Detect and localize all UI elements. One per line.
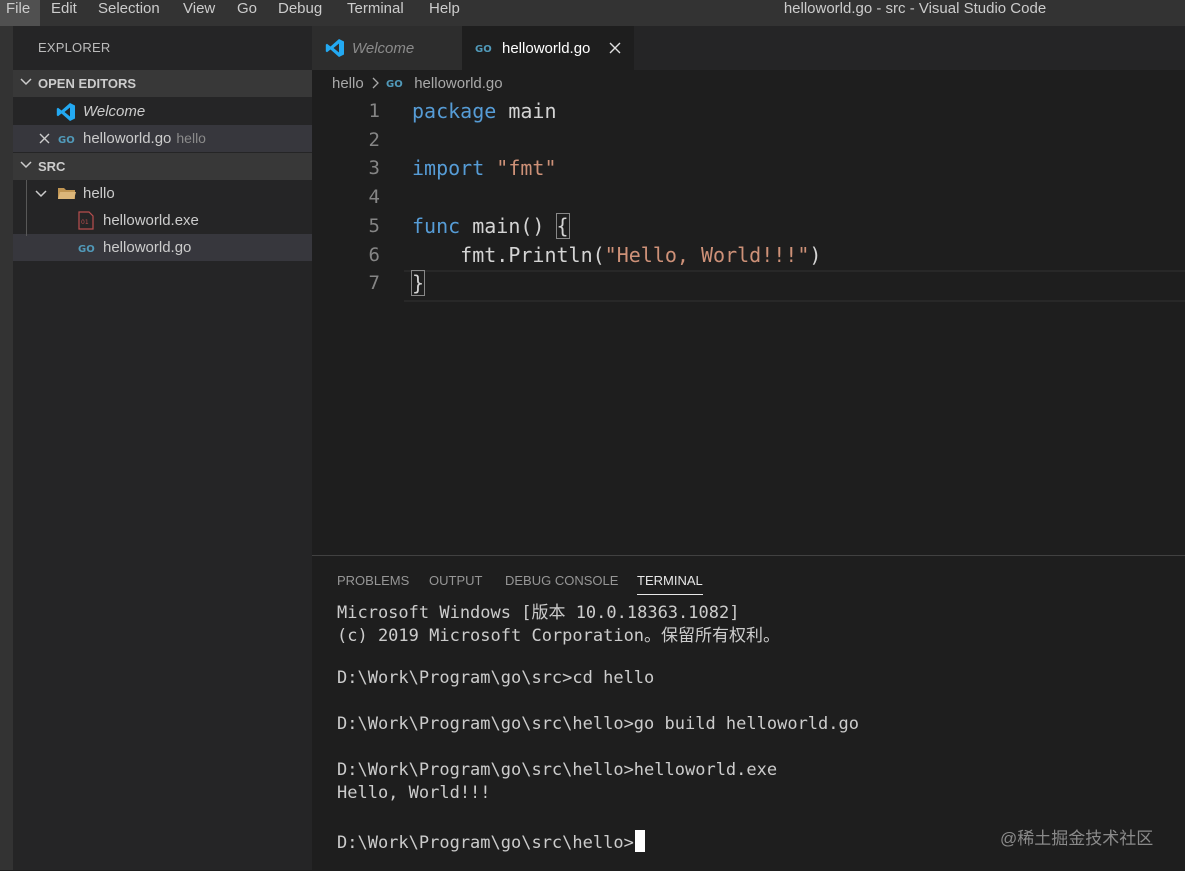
menu-view[interactable]: View — [183, 0, 215, 26]
svg-text:GO: GO — [78, 244, 95, 253]
keyword-token: import — [412, 156, 485, 180]
identifier-token: fmt. — [412, 243, 509, 267]
terminal-cursor — [634, 830, 645, 852]
svg-text:01: 01 — [81, 219, 89, 226]
code-line[interactable]: package main — [412, 99, 557, 123]
keyword-token: func — [412, 214, 461, 238]
menu-file[interactable]: File — [0, 0, 40, 26]
file-helloworld-go[interactable]: GO helloworld.go — [13, 234, 312, 261]
src-header[interactable]: SRC — [13, 153, 312, 180]
function-name-token: main — [472, 214, 521, 238]
close-icon[interactable] — [609, 42, 621, 54]
line-number: 5 — [368, 215, 380, 237]
panel-tab-debug-console[interactable]: DEBUG CONSOLE — [505, 573, 618, 588]
file-label: helloworld.exe — [103, 212, 199, 229]
menu-debug[interactable]: Debug — [278, 0, 322, 26]
panel-tab-problems[interactable]: PROBLEMS — [337, 573, 409, 588]
window-title: helloworld.go - src - Visual Studio Code — [783, 0, 1047, 17]
menu-help[interactable]: Help — [429, 0, 460, 26]
open-editor-desc: hello — [176, 130, 206, 146]
matching-bracket: { — [555, 213, 570, 239]
panel-tab-terminal[interactable]: TERMINAL — [637, 573, 703, 595]
svg-text:GO: GO — [386, 79, 403, 88]
open-editors-label: OPEN EDITORS — [38, 76, 137, 91]
chevron-down-icon — [20, 161, 32, 169]
function-call-token: Println — [508, 243, 593, 267]
identifier-token: main — [496, 99, 557, 123]
svg-text:GO: GO — [58, 135, 75, 144]
folder-open-icon — [58, 188, 76, 199]
vscode-icon — [325, 39, 344, 57]
breadcrumb-folder[interactable]: hello — [332, 75, 364, 92]
line-number: 6 — [368, 244, 380, 266]
line-number: 1 — [368, 100, 380, 122]
tab-label: helloworld.go — [502, 40, 591, 57]
panel-tab-output[interactable]: OUTPUT — [429, 573, 482, 588]
breadcrumb: hello GO helloworld.go — [332, 75, 503, 92]
punctuation-token: ( — [592, 243, 605, 267]
exe-file-icon: 01 — [78, 211, 94, 230]
explorer-title: EXPLORER — [38, 40, 111, 55]
folder-label: hello — [83, 185, 115, 202]
terminal-prompt: D:\Work\Program\go\src\hello> — [337, 833, 634, 853]
open-editor-welcome[interactable]: Welcome — [13, 98, 312, 125]
file-helloworld-exe[interactable]: 01 helloworld.exe — [13, 207, 312, 234]
file-label: helloworld.go — [103, 239, 192, 256]
terminal-line: D:\Work\Program\go\src\hello>helloworld.… — [337, 760, 778, 780]
chevron-down-icon — [20, 78, 32, 86]
close-icon[interactable] — [39, 133, 50, 144]
menu-selection[interactable]: Selection — [98, 0, 160, 26]
go-file-icon: GO — [78, 244, 95, 253]
editor-tabs: Welcome GO helloworld.go — [312, 26, 1185, 70]
watermark: @稀土掘金技术社区 — [1000, 829, 1154, 848]
line-number: 2 — [368, 129, 380, 151]
open-editor-helloworld-go[interactable]: GO helloworld.go hello — [13, 125, 312, 152]
terminal-line: D:\Work\Program\go\src\hello>go build he… — [337, 714, 859, 734]
tab-welcome[interactable]: Welcome — [312, 26, 462, 70]
menu-terminal[interactable]: Terminal — [347, 0, 404, 26]
open-editor-label: helloworld.go hello — [83, 130, 206, 147]
menu-go[interactable]: Go — [237, 0, 257, 26]
line-number: 3 — [368, 157, 380, 179]
code-line[interactable]: } — [410, 270, 426, 296]
open-editor-label: Welcome — [83, 103, 146, 120]
line-number: 7 — [368, 272, 380, 294]
punctuation-token: () — [520, 214, 557, 238]
terminal-line: D:\Work\Program\go\src>cd hello — [337, 668, 655, 688]
activity-bar — [0, 26, 13, 870]
line-number: 4 — [368, 186, 380, 208]
menu-edit[interactable]: Edit — [51, 0, 77, 26]
open-editor-name: helloworld.go — [83, 130, 172, 147]
chevron-down-icon — [35, 190, 47, 198]
keyword-token: package — [412, 99, 497, 123]
tab-helloworld-go[interactable]: GO helloworld.go — [462, 26, 634, 70]
svg-text:GO: GO — [475, 44, 492, 53]
src-label: SRC — [38, 159, 66, 174]
string-token: "fmt" — [496, 156, 557, 180]
string-token: "Hello, World!!!" — [604, 243, 810, 267]
terminal-line: Microsoft Windows [版本 10.0.18363.1082] — [337, 603, 740, 623]
current-line-highlight — [404, 270, 1185, 302]
tab-label: Welcome — [352, 40, 415, 57]
chevron-right-icon — [372, 77, 379, 89]
matching-bracket: } — [410, 270, 426, 296]
breadcrumb-file[interactable]: helloworld.go — [414, 75, 502, 92]
terminal-line: Hello, World!!! — [337, 783, 491, 803]
punctuation-token: ) — [809, 243, 822, 267]
go-file-icon: GO — [386, 79, 403, 88]
menu-bar: File Edit Selection View Go Debug Termin… — [0, 0, 1185, 26]
terminal-line: (c) 2019 Microsoft Corporation。保留所有权利。 — [337, 626, 781, 646]
code-line[interactable]: func main() { — [412, 213, 570, 239]
code-line[interactable]: fmt.Println("Hello, World!!!") — [412, 243, 821, 267]
code-line[interactable]: import "fmt" — [412, 156, 557, 180]
folder-hello[interactable]: hello — [13, 180, 312, 207]
vscode-icon — [56, 103, 75, 121]
open-editors-header[interactable]: OPEN EDITORS — [13, 70, 312, 97]
terminal-prompt-line[interactable]: D:\Work\Program\go\src\hello> — [337, 830, 645, 853]
go-file-icon: GO — [58, 135, 75, 144]
tree-indent-guide — [26, 180, 27, 236]
go-file-icon: GO — [475, 44, 492, 53]
explorer-sidebar: EXPLORER OPEN EDITORS Welcome GO hellowo… — [13, 26, 312, 870]
